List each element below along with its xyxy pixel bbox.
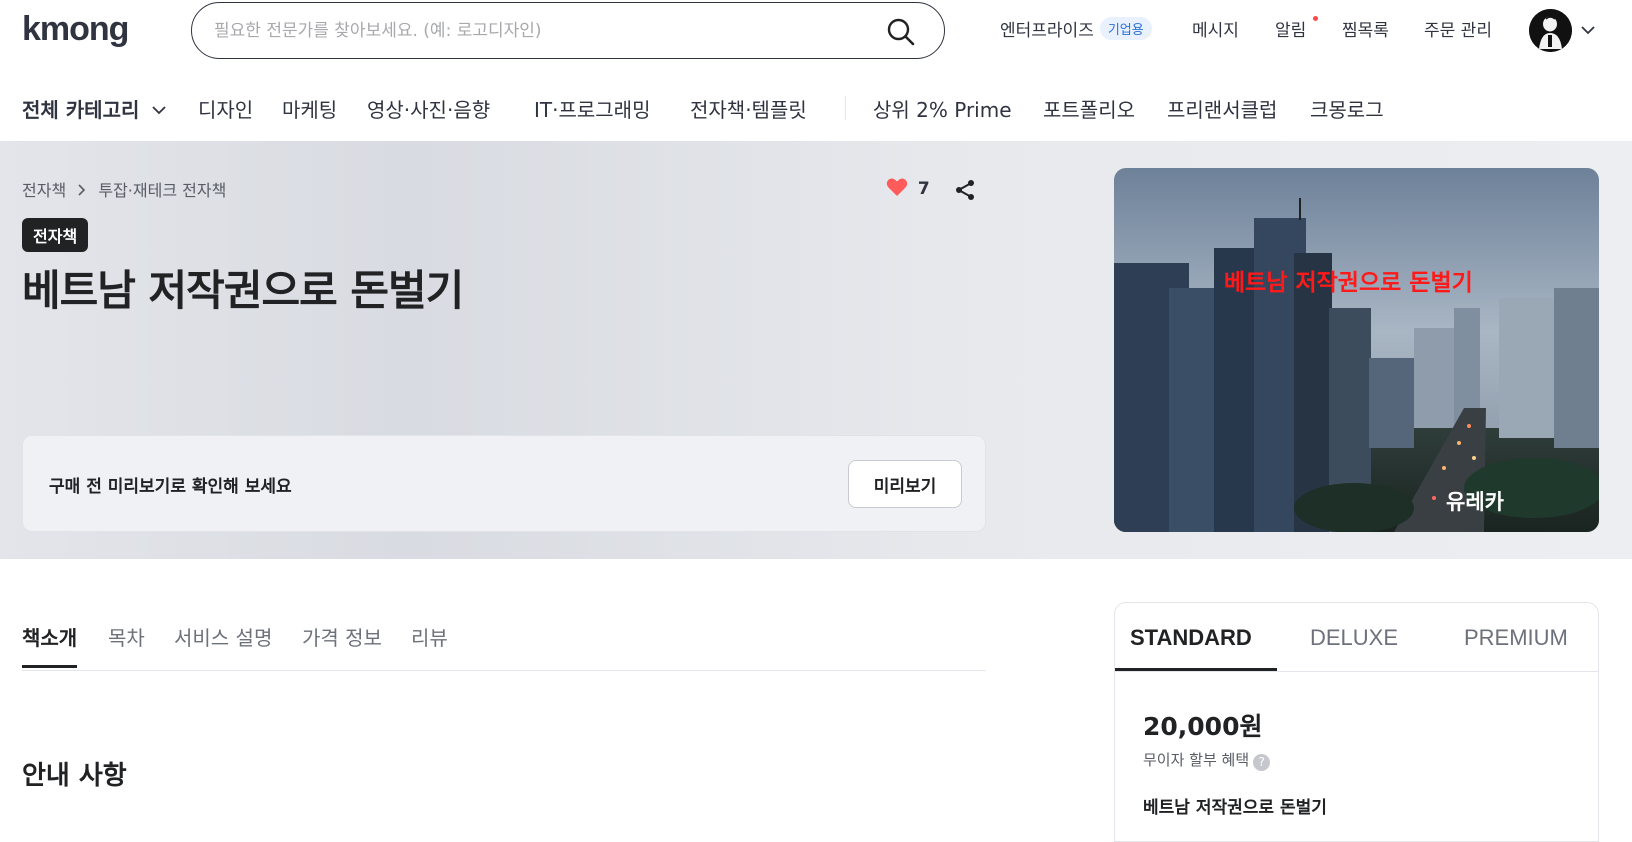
section-title: 안내 사항 — [22, 761, 127, 791]
help-icon[interactable]: ? — [1253, 754, 1271, 771]
category-freelancer-club[interactable]: 프리랜서클럽 — [1167, 94, 1277, 123]
category-marketing[interactable]: 마케팅 — [282, 94, 337, 123]
content-tabs: 책소개 목차 서비스 설명 가격 정보 리뷰 — [22, 620, 986, 671]
nav-wishlist[interactable]: 찜목록 — [1342, 16, 1389, 41]
category-prime[interactable]: 상위 2% Prime — [873, 94, 1012, 123]
all-categories-menu[interactable]: 전체 카테고리 — [22, 94, 166, 123]
category-nav: 전체 카테고리 디자인 마케팅 영상·사진·음향 IT·프로그래밍 전자책·템플… — [0, 78, 1632, 140]
heart-icon — [886, 178, 908, 196]
chevron-right-icon — [78, 184, 86, 196]
active-tab-indicator — [1115, 668, 1277, 671]
nav-enterprise[interactable]: 엔터프라이즈 기업용 — [1000, 16, 1152, 41]
tab-premium[interactable]: PREMIUM — [1464, 625, 1568, 651]
nav-enterprise-label: 엔터프라이즈 — [1000, 21, 1094, 41]
breadcrumb-item-investment[interactable]: 투잡·재테크 전자책 — [98, 181, 226, 200]
city-skyline-image — [1114, 168, 1599, 532]
preview-button[interactable]: 미리보기 — [848, 460, 962, 508]
preview-text: 구매 전 미리보기로 확인해 보세요 — [49, 477, 292, 497]
installment-label: 무이자 할부 혜택 — [1143, 751, 1250, 769]
price-card: STANDARD DELUXE PREMIUM 20,000원 무이자 할부 혜… — [1114, 602, 1599, 842]
share-icon[interactable] — [953, 178, 977, 202]
enterprise-badge: 기업용 — [1099, 17, 1152, 40]
tab-service-description[interactable]: 서비스 설명 — [174, 622, 272, 665]
top-header: kmong 엔터프라이즈기업용 메시지 알림 찜목록 주문 관리 — [0, 0, 1632, 64]
cover-brand: 유레카 — [1446, 490, 1504, 514]
category-design[interactable]: 디자인 — [198, 94, 253, 123]
notification-dot — [1313, 16, 1318, 21]
avatar[interactable] — [1529, 9, 1572, 52]
chevron-down-icon — [152, 106, 166, 115]
category-divider — [845, 96, 846, 120]
price-value: 20,000원 — [1143, 712, 1263, 741]
search-icon[interactable] — [886, 17, 916, 47]
package-title: 베트남 저작권으로 돈벌기 — [1143, 798, 1327, 818]
like-button[interactable]: 7 — [886, 177, 930, 199]
category-video-photo-audio[interactable]: 영상·사진·음향 — [367, 94, 490, 123]
nav-messages[interactable]: 메시지 — [1192, 16, 1239, 41]
tab-price-info[interactable]: 가격 정보 — [302, 622, 382, 665]
tab-toc[interactable]: 목차 — [108, 622, 145, 665]
page-title: 베트남 저작권으로 돈벌기 — [22, 266, 464, 315]
nav-notifications[interactable]: 알림 — [1275, 16, 1306, 41]
product-cover-image[interactable]: 베트남 저작권으로 돈벌기 유레카 — [1114, 168, 1599, 532]
search-input[interactable] — [214, 17, 854, 45]
preview-banner: 구매 전 미리보기로 확인해 보세요 미리보기 — [22, 435, 986, 532]
like-count: 7 — [917, 179, 930, 199]
breadcrumb: 전자책 투잡·재테크 전자책 — [22, 177, 226, 201]
tab-standard[interactable]: STANDARD — [1130, 625, 1252, 651]
category-it-programming[interactable]: IT·프로그래밍 — [534, 94, 650, 123]
nav-orders[interactable]: 주문 관리 — [1424, 16, 1492, 41]
tab-reviews[interactable]: 리뷰 — [411, 622, 448, 665]
category-ebook-template[interactable]: 전자책·템플릿 — [690, 94, 807, 123]
ebook-tag: 전자책 — [22, 218, 89, 252]
all-categories-label: 전체 카테고리 — [22, 98, 140, 122]
chevron-down-icon[interactable] — [1580, 22, 1596, 38]
installment-info: 무이자 할부 혜택? — [1143, 749, 1271, 771]
tab-book-intro[interactable]: 책소개 — [22, 622, 78, 668]
package-tabs: STANDARD DELUXE PREMIUM — [1115, 603, 1598, 672]
search-bar — [191, 2, 945, 59]
cover-title: 베트남 저작권으로 돈벌기 — [1224, 270, 1473, 296]
category-kmong-log[interactable]: 크몽로그 — [1310, 94, 1384, 123]
avatar-illustration-icon — [1529, 9, 1572, 52]
kmong-logo[interactable]: kmong — [22, 10, 129, 49]
breadcrumb-item-ebook[interactable]: 전자책 — [22, 181, 66, 200]
tab-deluxe[interactable]: DELUXE — [1310, 625, 1398, 651]
category-portfolio[interactable]: 포트폴리오 — [1043, 94, 1135, 123]
